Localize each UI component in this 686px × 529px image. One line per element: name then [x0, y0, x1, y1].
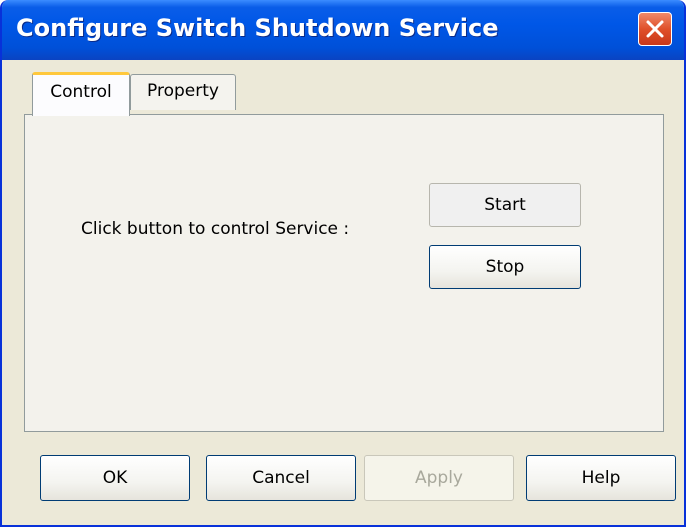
- apply-button[interactable]: Apply: [364, 455, 514, 501]
- tab-property[interactable]: Property: [130, 74, 236, 110]
- cancel-button[interactable]: Cancel: [206, 455, 356, 501]
- window-title: Configure Switch Shutdown Service: [16, 14, 499, 42]
- dialog-window: Configure Switch Shutdown Service Contro…: [0, 0, 686, 527]
- ok-button[interactable]: OK: [40, 455, 190, 501]
- control-tab-panel: Click button to control Service : Start …: [24, 114, 664, 432]
- close-button[interactable]: [638, 12, 672, 46]
- tab-control[interactable]: Control: [32, 72, 130, 116]
- instruction-label: Click button to control Service :: [81, 219, 350, 239]
- start-button[interactable]: Start: [429, 183, 581, 227]
- stop-button[interactable]: Stop: [429, 245, 581, 289]
- close-icon: [646, 20, 664, 38]
- title-bar[interactable]: Configure Switch Shutdown Service: [2, 0, 684, 60]
- help-button[interactable]: Help: [526, 455, 676, 501]
